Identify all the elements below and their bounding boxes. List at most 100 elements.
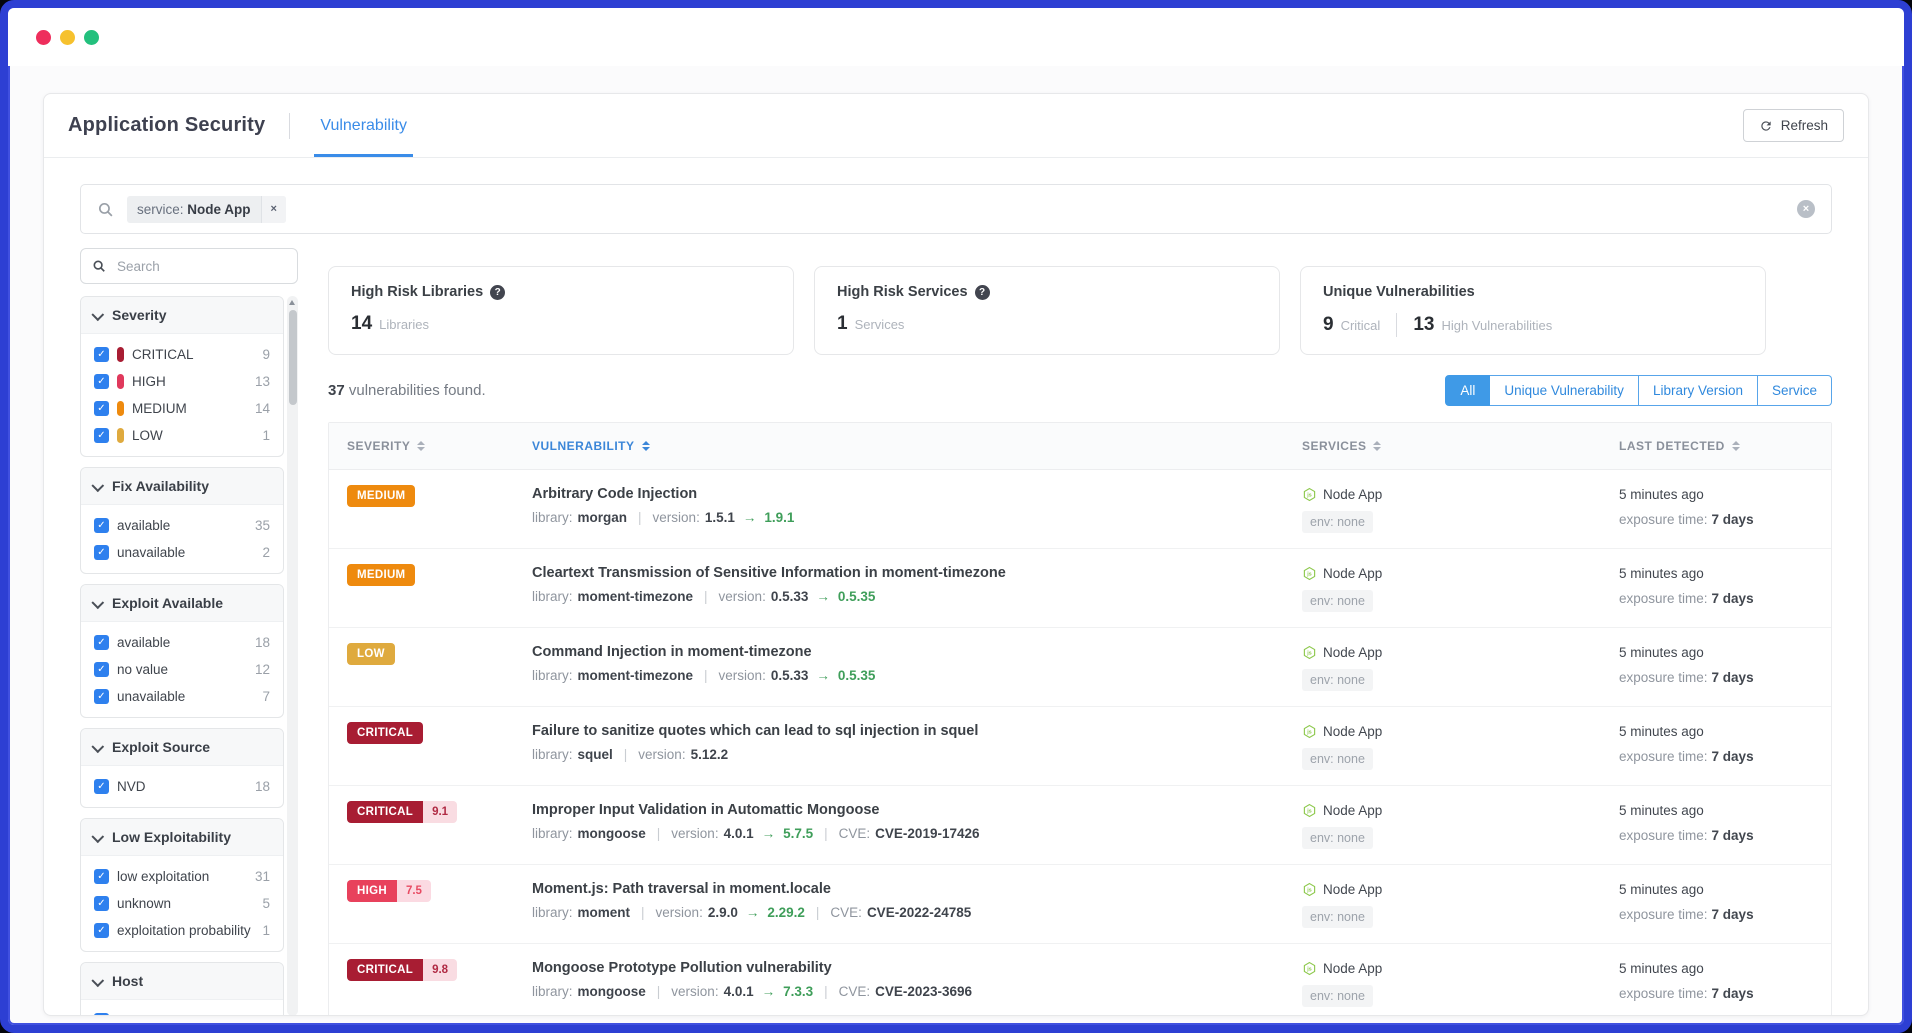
global-search-bar[interactable]: service: Node App × ×	[80, 184, 1832, 234]
checkbox-checked-icon[interactable]: ✓	[94, 1013, 109, 1016]
service-name: Node App	[1323, 961, 1382, 976]
table-row[interactable]: MEDIUM Arbitrary Code Injection library:…	[329, 470, 1831, 549]
checkbox-checked-icon[interactable]: ✓	[94, 428, 109, 443]
checkbox-checked-icon[interactable]: ✓	[94, 869, 109, 884]
filter-item-fix-unavailable[interactable]: ✓ unavailable 2	[81, 539, 283, 566]
filter-section-header[interactable]: Host	[81, 963, 283, 1000]
filter-item-nvd[interactable]: ✓ NVD 18	[81, 773, 283, 800]
checkbox-checked-icon[interactable]: ✓	[94, 779, 109, 794]
filter-item-exploitation-probability[interactable]: ✓ exploitation probability 1	[81, 917, 283, 944]
filter-item-critical[interactable]: ✓ CRITICAL 9	[81, 341, 283, 368]
traffic-light-close-button[interactable]	[36, 30, 51, 45]
filter-item-exploit-unavailable[interactable]: ✓ unavailable 7	[81, 683, 283, 710]
filter-item-high[interactable]: ✓ HIGH 13	[81, 368, 283, 395]
vulnerability-meta: library:mongoose | version:4.0.1 → 7.3.3…	[532, 984, 1302, 999]
filter-item-exploit-available[interactable]: ✓ available 18	[81, 629, 283, 656]
scroll-up-arrow-icon[interactable]	[289, 300, 295, 305]
vulnerability-title: Improper Input Validation in Automattic …	[532, 802, 1302, 818]
table-row[interactable]: MEDIUM Cleartext Transmission of Sensiti…	[329, 549, 1831, 628]
checkbox-checked-icon[interactable]: ✓	[94, 923, 109, 938]
env-chip: env: none	[1302, 906, 1373, 928]
checkbox-checked-icon[interactable]: ✓	[94, 662, 109, 677]
filter-item-bruce-wayne[interactable]: ✓ bruce-wayne 37	[81, 1007, 283, 1016]
filter-item-exploit-no-value[interactable]: ✓ no value 12	[81, 656, 283, 683]
column-header-last-detected[interactable]: LAST DETECTED	[1619, 439, 1831, 453]
env-chip: env: none	[1302, 827, 1373, 849]
nodejs-icon: js	[1302, 566, 1317, 581]
table-row[interactable]: CRITICAL9.1 Improper Input Validation in…	[329, 786, 1831, 865]
checkbox-checked-icon[interactable]: ✓	[94, 689, 109, 704]
severity-badge: LOW	[347, 643, 395, 665]
table-row[interactable]: HIGH7.5 Moment.js: Path traversal in mom…	[329, 865, 1831, 944]
card-high-risk-libraries: High Risk Libraries ? 14 Libraries	[328, 266, 794, 355]
chip-remove-button[interactable]: ×	[261, 196, 286, 223]
filter-item-medium[interactable]: ✓ MEDIUM 14	[81, 395, 283, 422]
checkbox-checked-icon[interactable]: ✓	[94, 347, 109, 362]
card-value-label: Services	[855, 317, 905, 332]
checkbox-checked-icon[interactable]: ✓	[94, 635, 109, 650]
view-tab-service[interactable]: Service	[1758, 375, 1832, 406]
filter-item-unknown[interactable]: ✓ unknown 5	[81, 890, 283, 917]
sidebar-search-input[interactable]	[115, 258, 286, 275]
view-tab-all[interactable]: All	[1445, 375, 1490, 406]
table-row[interactable]: CRITICAL Failure to sanitize quotes whic…	[329, 707, 1831, 786]
header-divider	[289, 113, 290, 139]
checkbox-checked-icon[interactable]: ✓	[94, 545, 109, 560]
content-row: Severity ✓ CRITICAL 9 ✓	[44, 248, 1868, 1016]
checkbox-checked-icon[interactable]: ✓	[94, 401, 109, 416]
scrollbar-thumb[interactable]	[289, 310, 297, 405]
view-tab-library-version[interactable]: Library Version	[1639, 375, 1758, 406]
checkbox-checked-icon[interactable]: ✓	[94, 896, 109, 911]
column-header-services[interactable]: SERVICES	[1302, 439, 1619, 453]
vulnerability-meta: library:moment | version:2.9.0 → 2.29.2 …	[532, 905, 1302, 920]
filter-section-header[interactable]: Severity	[81, 297, 283, 334]
env-chip: env: none	[1302, 669, 1373, 691]
card-unique-vulnerabilities: Unique Vulnerabilities 9 Critical 13 Hig…	[1300, 266, 1766, 355]
chevron-down-icon	[91, 974, 104, 987]
search-clear-button[interactable]: ×	[1797, 200, 1815, 218]
view-toggle-group: All Unique Vulnerability Library Version…	[1445, 375, 1832, 406]
filter-section-header[interactable]: Exploit Source	[81, 729, 283, 766]
chevron-down-icon	[91, 740, 104, 753]
exposure-time: exposure time:7 days	[1619, 907, 1831, 922]
tab-vulnerability[interactable]: Vulnerability	[314, 94, 413, 157]
app-window: Application Security Vulnerability Refre…	[0, 0, 1912, 1033]
vulnerability-meta: library:morgan | version:1.5.1 → 1.9.1	[532, 510, 1302, 525]
view-tab-unique-vulnerability[interactable]: Unique Vulnerability	[1490, 375, 1639, 406]
fix-arrow-icon: →	[816, 668, 830, 683]
checkbox-checked-icon[interactable]: ✓	[94, 374, 109, 389]
fix-arrow-icon: →	[743, 510, 757, 525]
filter-item-fix-available[interactable]: ✓ available 35	[81, 512, 283, 539]
traffic-light-minimize-button[interactable]	[60, 30, 75, 45]
column-header-vulnerability[interactable]: VULNERABILITY	[532, 439, 1302, 453]
fix-arrow-icon: →	[746, 905, 760, 920]
filter-section-header[interactable]: Fix Availability	[81, 468, 283, 505]
window-titlebar	[8, 8, 1904, 66]
filter-item-low-exploitation[interactable]: ✓ low exploitation 31	[81, 863, 283, 890]
search-icon	[97, 201, 114, 218]
sidebar-scrollbar[interactable]	[287, 296, 298, 1016]
table-header-row: SEVERITY VULNERABILITY SERVICES	[329, 423, 1831, 470]
filter-section-header[interactable]: Exploit Available	[81, 585, 283, 622]
chevron-down-icon	[91, 596, 104, 609]
column-header-severity[interactable]: SEVERITY	[347, 439, 532, 453]
filter-section-header[interactable]: Low Exploitability	[81, 819, 283, 856]
refresh-button[interactable]: Refresh	[1743, 109, 1844, 142]
traffic-light-maximize-button[interactable]	[84, 30, 99, 45]
checkbox-checked-icon[interactable]: ✓	[94, 518, 109, 533]
service-name: Node App	[1323, 487, 1382, 502]
last-detected: 5 minutes ago	[1619, 961, 1831, 976]
severity-badge: MEDIUM	[347, 485, 415, 507]
table-row[interactable]: CRITICAL9.8 Mongoose Prototype Pollution…	[329, 944, 1831, 1016]
svg-text:js: js	[1306, 651, 1311, 657]
svg-text:js: js	[1306, 809, 1311, 815]
filter-item-low[interactable]: ✓ LOW 1	[81, 422, 283, 449]
table-row[interactable]: LOW Command Injection in moment-timezone…	[329, 628, 1831, 707]
global-search-input[interactable]	[299, 200, 1784, 218]
exposure-time: exposure time:7 days	[1619, 749, 1831, 764]
service-name: Node App	[1323, 803, 1382, 818]
help-icon[interactable]: ?	[975, 285, 990, 300]
help-icon[interactable]: ?	[490, 285, 505, 300]
env-chip: env: none	[1302, 985, 1373, 1007]
filter-sidebar: Severity ✓ CRITICAL 9 ✓	[80, 248, 298, 1016]
